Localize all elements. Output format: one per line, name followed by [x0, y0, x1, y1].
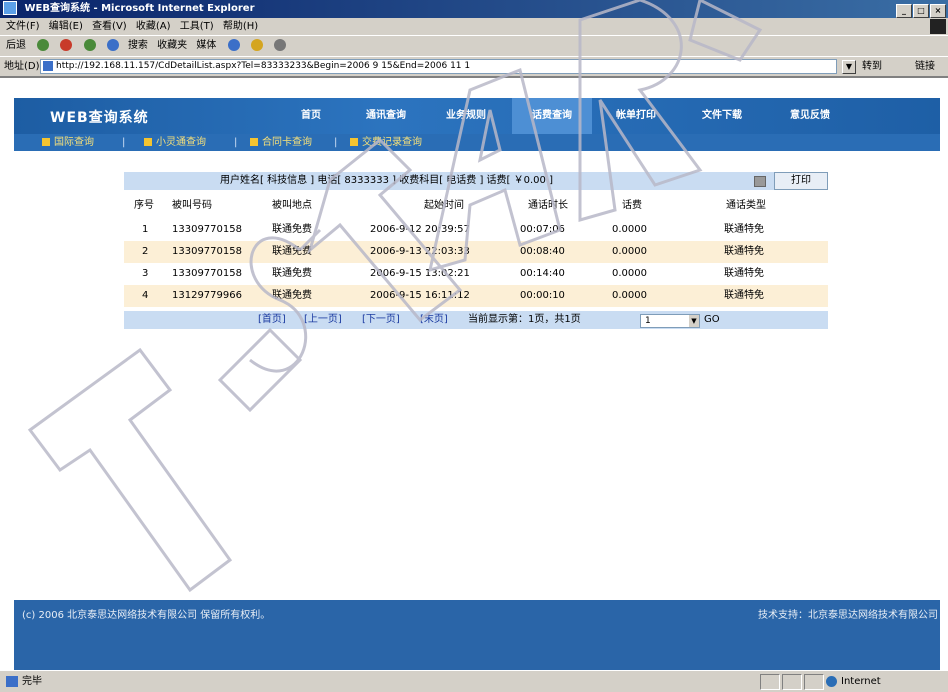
- search-button[interactable]: 搜索: [128, 40, 148, 51]
- col-called-number: 被叫号码: [172, 200, 212, 211]
- col-index: 序号: [134, 200, 154, 211]
- home-icon[interactable]: [106, 39, 119, 51]
- nav-home[interactable]: 首页: [276, 98, 346, 134]
- col-start-time: 起始时间: [424, 200, 464, 211]
- table-row: 3 13309770158 联通免费 2006-9-15 13:02:21 00…: [124, 263, 828, 285]
- square-bullet-icon: [350, 138, 358, 146]
- nav-bill-print[interactable]: 帐单打印: [596, 98, 676, 134]
- pager-go-button[interactable]: GO: [704, 311, 720, 329]
- col-call-type: 通话类型: [726, 200, 766, 211]
- subnav-contract-card-query[interactable]: 合同卡查询: [250, 134, 312, 151]
- close-button[interactable]: ×: [930, 4, 946, 18]
- nav-business-rules[interactable]: 业务规则: [426, 98, 506, 134]
- menu-bar: 文件(F) 编辑(E) 查看(V) 收藏(A) 工具(T) 帮助(H): [0, 18, 948, 35]
- address-label: 地址(D): [4, 61, 40, 72]
- window-title: WEB查询系统 - Microsoft Internet Explorer: [24, 3, 255, 14]
- stop-icon[interactable]: [60, 39, 73, 51]
- menu-help[interactable]: 帮助(H): [223, 21, 258, 32]
- table-row: 4 13129779966 联通免费 2006-9-15 16:11:12 00…: [124, 285, 828, 307]
- favorites-button[interactable]: 收藏夹: [157, 40, 187, 51]
- address-input[interactable]: http://192.168.11.157/CdDetailList.aspx?…: [40, 59, 837, 74]
- subnav-intl-query[interactable]: 国际查询: [42, 134, 94, 151]
- table-row: 2 13309770158 联通免费 2006-9-13 22:03:33 00…: [124, 241, 828, 263]
- window-title-bar: WEB查询系统 - Microsoft Internet Explorer _ □…: [0, 0, 948, 18]
- sub-nav: 国际查询 | 小灵通查询 | 合同卡查询 | 交费记录查询: [14, 134, 940, 151]
- pager-next[interactable]: [下一页]: [362, 311, 400, 329]
- address-bar: 地址(D) http://192.168.11.157/CdDetailList…: [0, 56, 948, 77]
- mail-icon[interactable]: [250, 39, 263, 51]
- col-duration: 通话时长: [528, 200, 568, 211]
- menu-view[interactable]: 查看(V): [92, 21, 127, 32]
- menu-tools[interactable]: 工具(T): [180, 21, 214, 32]
- page-select[interactable]: 1 ▼: [640, 314, 700, 328]
- account-info-text: 用户姓名[ 科技信息 ] 电话[ 8333333 ] 收费科目[ 电话费 ] 话…: [220, 175, 553, 186]
- history-icon[interactable]: [227, 39, 240, 51]
- status-cell: [760, 674, 780, 690]
- go-button[interactable]: 转到: [862, 57, 882, 76]
- col-called-location: 被叫地点: [272, 200, 312, 211]
- menu-edit[interactable]: 编辑(E): [49, 21, 83, 32]
- menu-file[interactable]: 文件(F): [6, 21, 40, 32]
- chevron-down-icon: ▼: [689, 315, 699, 327]
- pager-status: 当前显示第：1页，共1页: [468, 314, 581, 325]
- pager-prev[interactable]: [上一页]: [304, 311, 342, 329]
- media-button[interactable]: 媒体: [196, 40, 216, 51]
- square-bullet-icon: [144, 138, 152, 146]
- ie-icon: [3, 1, 17, 15]
- pager-bar: [首页] [上一页] [下一页] [末页] 当前显示第：1页，共1页 1 ▼ GO: [124, 311, 828, 329]
- pager-first[interactable]: [首页]: [258, 311, 286, 329]
- account-info-bar: 用户姓名[ 科技信息 ] 电话[ 8333333 ] 收费科目[ 电话费 ] 话…: [124, 172, 828, 190]
- app-header: WEB查询系统 首页 通讯查询 业务规则 话费查询 帐单打印 文件下载 意见反馈: [14, 98, 940, 134]
- menu-favorites[interactable]: 收藏(A): [136, 21, 171, 32]
- browser-toolbar: 后退 搜索 收藏夹 媒体: [0, 35, 948, 56]
- security-zone: Internet: [826, 671, 881, 692]
- nav-communication[interactable]: 通讯查询: [346, 98, 426, 134]
- table-header: 序号 被叫号码 被叫地点 起始时间 通话时长 话费 通话类型: [124, 197, 828, 214]
- square-bullet-icon: [42, 138, 50, 146]
- chevron-down-icon[interactable]: ▼: [842, 60, 856, 74]
- subnav-payment-query[interactable]: 交费记录查询: [350, 134, 422, 151]
- refresh-icon[interactable]: [83, 39, 96, 51]
- page-viewport: WEB查询系统 首页 通讯查询 业务规则 话费查询 帐单打印 文件下载 意见反馈…: [0, 76, 948, 672]
- status-done: 完毕: [6, 671, 42, 692]
- print-button[interactable]: 打印: [774, 172, 828, 190]
- subnav-phs-query[interactable]: 小灵通查询: [144, 134, 206, 151]
- table-row: 1 13309770158 联通免费 2006-9-12 20:39:57 00…: [124, 219, 828, 241]
- page-done-icon: [6, 675, 18, 687]
- printer-icon: [754, 176, 766, 187]
- copyright-text: (c) 2006 北京泰思达网络技术有限公司 保留所有权利。: [22, 610, 271, 621]
- nav-download[interactable]: 文件下载: [680, 98, 764, 134]
- status-cell: [782, 674, 802, 690]
- page-footer: (c) 2006 北京泰思达网络技术有限公司 保留所有权利。 技术支持：北京泰思…: [14, 600, 940, 670]
- page-icon: [43, 61, 53, 71]
- maximize-button[interactable]: □: [913, 4, 929, 18]
- address-url: http://192.168.11.157/CdDetailList.aspx?…: [56, 61, 471, 71]
- links-button[interactable]: 链接: [915, 57, 935, 76]
- nav-bill-query[interactable]: 话费查询: [512, 98, 592, 134]
- square-bullet-icon: [250, 138, 258, 146]
- nav-feedback[interactable]: 意见反馈: [768, 98, 852, 134]
- print-icon[interactable]: [273, 39, 286, 51]
- status-bar: 完毕 Internet: [0, 670, 948, 692]
- support-text: 技术支持：北京泰思达网络技术有限公司: [758, 610, 938, 621]
- minimize-button[interactable]: _: [896, 4, 912, 18]
- globe-icon: [826, 675, 837, 687]
- windows-logo-icon: [930, 19, 946, 34]
- pager-last[interactable]: [末页]: [420, 311, 448, 329]
- status-cell: [804, 674, 824, 690]
- app-logo: WEB查询系统: [50, 110, 149, 126]
- col-fee: 话费: [622, 200, 642, 211]
- forward-icon[interactable]: [37, 39, 50, 51]
- back-button[interactable]: 后退: [6, 40, 26, 51]
